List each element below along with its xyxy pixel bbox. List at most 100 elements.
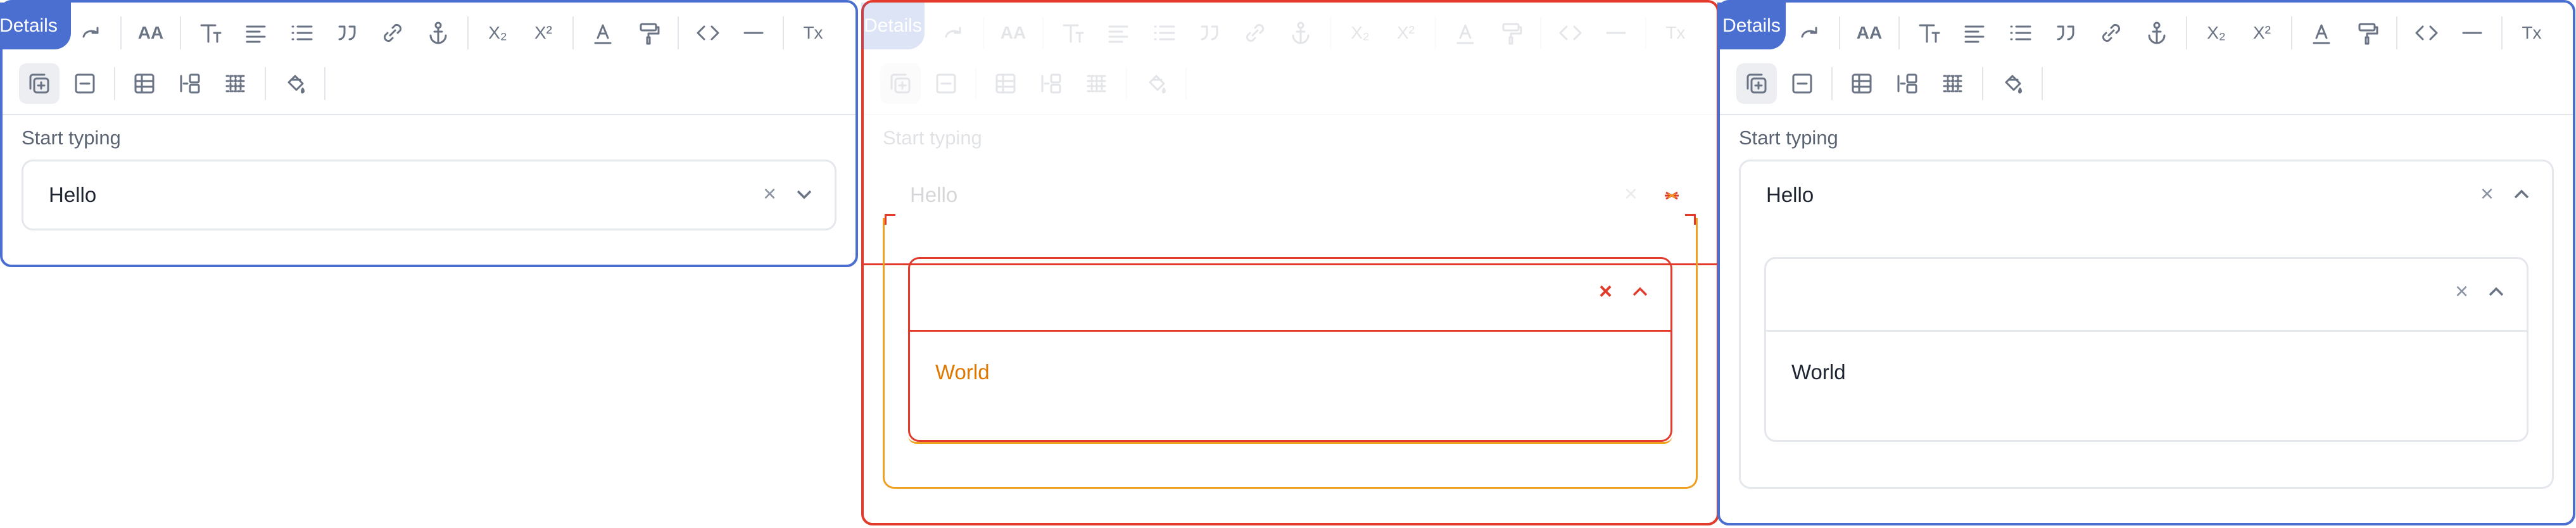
bullet-list-icon[interactable]	[1144, 13, 1184, 53]
dropdown-panel: × World	[1764, 257, 2529, 442]
remove-block-icon[interactable]	[926, 63, 966, 104]
font-size-glyph: AA	[137, 23, 164, 42]
toolbar-divider	[1645, 16, 1646, 49]
paint-bucket-icon[interactable]	[1136, 63, 1177, 104]
bullet-list-icon[interactable]	[2000, 13, 2040, 53]
table-row-icon[interactable]	[215, 63, 256, 104]
table-column-icon[interactable]	[1887, 63, 1928, 104]
subscript-glyph: X₂	[1351, 23, 1370, 42]
heading-icon[interactable]	[1909, 13, 1949, 53]
dropdown-search[interactable]: ×	[910, 259, 1670, 332]
bullet-list-icon[interactable]	[281, 13, 322, 53]
heading-icon[interactable]	[1052, 13, 1093, 53]
add-block-icon[interactable]	[880, 63, 921, 104]
toolbar-divider	[983, 16, 984, 49]
font-size-icon[interactable]: AA	[993, 13, 1033, 53]
code-icon[interactable]	[688, 13, 728, 53]
subscript-icon[interactable]: X₂	[1340, 13, 1380, 53]
toolbar: AA X₂ X² Tx	[864, 3, 1717, 115]
quote-icon[interactable]	[2045, 13, 2086, 53]
toolbar-divider	[2186, 16, 2187, 49]
clear-icon[interactable]: ×	[2455, 278, 2468, 305]
code-icon[interactable]	[1550, 13, 1591, 53]
table-icon[interactable]	[124, 63, 165, 104]
quote-icon[interactable]	[327, 13, 367, 53]
select-value: Hello	[49, 183, 97, 206]
highlighter-icon[interactable]	[628, 13, 669, 53]
remove-block-icon[interactable]	[65, 63, 105, 104]
text-color-icon[interactable]	[583, 13, 623, 53]
redo-icon[interactable]	[933, 13, 974, 53]
toolbar-divider	[975, 67, 976, 100]
clear-format-icon[interactable]: Tx	[1655, 13, 1696, 53]
redo-icon[interactable]	[1790, 13, 1830, 53]
horizontal-rule-icon[interactable]	[2452, 13, 2492, 53]
add-block-icon[interactable]	[19, 63, 60, 104]
chevron-up-icon[interactable]	[2510, 183, 2533, 209]
anchor-icon[interactable]	[1280, 13, 1321, 53]
toolbar: AA X₂ X² Tx	[1720, 3, 2573, 115]
remove-block-icon[interactable]	[1782, 63, 1822, 104]
toolbar-divider-line	[3, 114, 856, 115]
dropdown-search[interactable]: ×	[1766, 259, 2527, 332]
highlighter-icon[interactable]	[1491, 13, 1531, 53]
table-column-icon[interactable]	[170, 63, 210, 104]
toolbar-divider	[467, 16, 469, 49]
code-icon[interactable]	[2406, 13, 2447, 53]
clear-icon[interactable]: ×	[2480, 180, 2494, 207]
link-icon[interactable]	[372, 13, 413, 53]
heading-icon[interactable]	[190, 13, 230, 53]
clear-format-icon[interactable]: Tx	[793, 13, 833, 53]
align-icon[interactable]	[1098, 13, 1139, 53]
paint-bucket-icon[interactable]	[1992, 63, 2033, 104]
highlighter-icon[interactable]	[2347, 13, 2387, 53]
subscript-icon[interactable]: X₂	[477, 13, 518, 53]
toolbar-divider	[1982, 67, 1983, 100]
toolbar-divider	[120, 16, 122, 49]
font-size-icon[interactable]: AA	[130, 13, 171, 53]
align-icon[interactable]	[1954, 13, 1995, 53]
subscript-icon[interactable]: X₂	[2196, 13, 2237, 53]
superscript-icon[interactable]: X²	[523, 13, 564, 53]
select-combobox[interactable]: Hello ×	[22, 160, 837, 230]
align-icon[interactable]	[236, 13, 276, 53]
chevron-down-icon[interactable]	[793, 183, 816, 206]
toolbar-divider	[1185, 67, 1187, 100]
horizontal-rule-icon[interactable]	[733, 13, 774, 53]
table-column-icon[interactable]	[1031, 63, 1071, 104]
table-icon[interactable]	[985, 63, 1026, 104]
clear-icon[interactable]: ×	[763, 180, 776, 207]
font-size-icon[interactable]: AA	[1849, 13, 1890, 53]
toolbar-divider	[783, 16, 784, 49]
paint-bucket-icon[interactable]	[275, 63, 315, 104]
quote-icon[interactable]	[1189, 13, 1230, 53]
superscript-icon[interactable]: X²	[2242, 13, 2282, 53]
dropdown-option[interactable]: World	[935, 360, 990, 384]
anchor-icon[interactable]	[2137, 13, 2177, 53]
subscript-glyph: X₂	[2207, 23, 2226, 42]
horizontal-rule-icon[interactable]	[1596, 13, 1636, 53]
field-label: Start typing	[1739, 127, 1838, 149]
dropdown-option[interactable]: World	[1791, 360, 1846, 384]
chevron-up-icon[interactable]	[2485, 280, 2508, 306]
superscript-icon[interactable]: X²	[1386, 13, 1426, 53]
table-icon[interactable]	[1841, 63, 1882, 104]
toolbar-divider	[2501, 16, 2503, 49]
table-row-icon[interactable]	[1933, 63, 1973, 104]
field-label: Start typing	[883, 127, 982, 149]
clear-format-icon[interactable]: Tx	[2511, 13, 2552, 53]
chevron-up-icon[interactable]	[1629, 280, 1651, 306]
table-row-icon[interactable]	[1076, 63, 1117, 104]
add-block-icon[interactable]	[1736, 63, 1777, 104]
text-color-icon[interactable]	[1445, 13, 1486, 53]
redo-icon[interactable]	[71, 13, 111, 53]
clear-icon[interactable]: ×	[1624, 180, 1638, 207]
link-icon[interactable]	[1235, 13, 1275, 53]
toolbar-divider-line	[864, 114, 1717, 115]
link-icon[interactable]	[2091, 13, 2131, 53]
clear-icon[interactable]: ×	[1599, 278, 1612, 305]
text-color-icon[interactable]	[2301, 13, 2342, 53]
anchor-icon[interactable]	[418, 13, 458, 53]
clear-format-glyph: Tx	[803, 23, 823, 42]
toolbar-divider	[2396, 16, 2397, 49]
